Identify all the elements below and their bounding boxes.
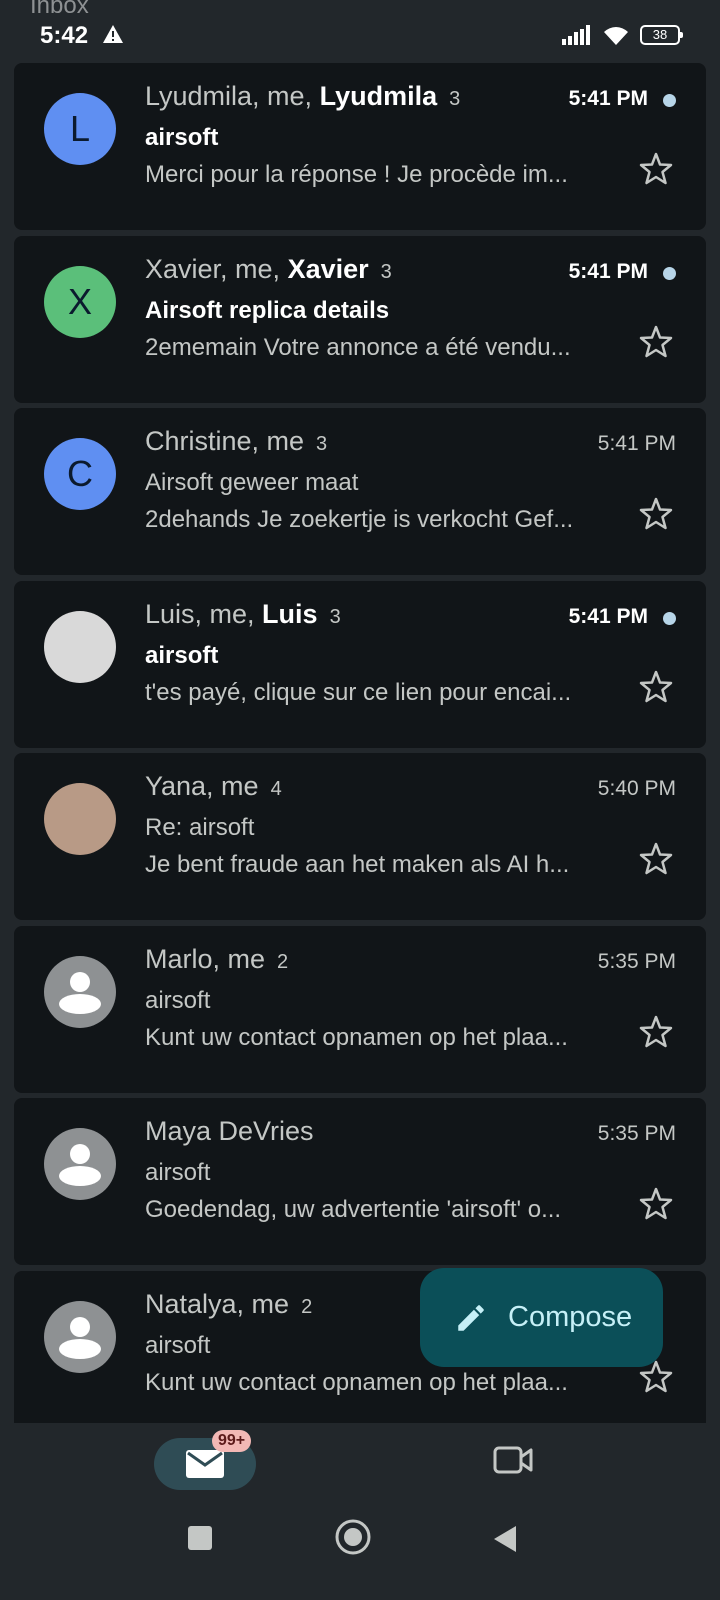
- compose-button[interactable]: Compose: [420, 1268, 663, 1367]
- subject: airsoft: [145, 1159, 211, 1186]
- subject: Airsoft geweer maat: [145, 469, 359, 496]
- sender: Marlo, me 2: [145, 944, 288, 975]
- sender-names: Luis, me,: [145, 598, 263, 629]
- warning-icon: [103, 25, 123, 43]
- avatar[interactable]: [44, 1128, 116, 1200]
- thread-count: 3: [316, 433, 328, 455]
- sender-latest: Lyudmila: [319, 81, 438, 111]
- sender-names: Natalya, me: [145, 1288, 290, 1319]
- video-camera-icon[interactable]: [493, 1444, 533, 1476]
- avatar[interactable]: [44, 955, 116, 1028]
- sender: Maya DeVries: [145, 1116, 326, 1147]
- subject: airsoft: [145, 641, 219, 669]
- email-row[interactable]: Marlo, me 2 5:35 PM airsoft Kunt uw contact …: [14, 925, 706, 1093]
- status-bar: Inbox 5:42 38: [0, 0, 720, 58]
- star-icon[interactable]: [638, 669, 674, 705]
- star-icon[interactable]: [638, 1014, 674, 1050]
- avatar[interactable]: [44, 783, 116, 855]
- sender: Natalya, me 2: [145, 1289, 312, 1320]
- sender-names: Yana, me: [145, 771, 259, 801]
- sender-names: Christine, me: [145, 426, 305, 456]
- snippet: Kunt uw contact opnamen op het plaa...: [145, 1023, 568, 1051]
- thread-count: 3: [380, 260, 392, 283]
- timestamp: 5:35 PM: [597, 1122, 676, 1145]
- star-icon[interactable]: [638, 1186, 674, 1222]
- snippet: 2dehands Je zoekertje is verkocht Gef...: [145, 506, 574, 533]
- subject: Re: airsoft: [145, 814, 255, 841]
- thread-count: 2: [301, 1295, 313, 1318]
- wifi-icon: [604, 27, 628, 45]
- email-row[interactable]: Yana, me 4 5:40 PM Re: airsoft Je bent fraud…: [14, 753, 706, 920]
- sender: Lyudmila, me, Lyudmila 3: [145, 81, 460, 112]
- unread-dot: [663, 94, 676, 107]
- pencil-icon: [458, 1304, 484, 1331]
- thread-count: 3: [449, 88, 461, 110]
- signal-icon: [562, 25, 590, 45]
- snippet: 2ememain Votre annonce a été vendu...: [145, 333, 571, 361]
- email-row[interactable]: L Lyudmila, me, Lyudmila 3 5:41 PM airsoft Me…: [14, 63, 706, 230]
- thread-count: 2: [277, 950, 289, 973]
- battery-icon: 38: [640, 25, 683, 45]
- star-icon[interactable]: [638, 841, 674, 877]
- unread-dot: [663, 266, 676, 280]
- bottom-navigation: 99+: [0, 1424, 720, 1600]
- home-icon[interactable]: [334, 1518, 372, 1556]
- email-row[interactable]: Luis, me, Luis 3 5:41 PM airsoft t'es payé, …: [14, 580, 706, 748]
- avatar[interactable]: X: [44, 265, 116, 338]
- avatar[interactable]: L: [44, 93, 116, 165]
- unread-dot: [663, 611, 676, 625]
- clock: 5:42: [40, 22, 89, 49]
- snippet: Goedendag, uw advertentie 'airsoft' o...: [145, 1196, 562, 1223]
- back-icon[interactable]: [490, 1524, 518, 1554]
- email-row[interactable]: Maya DeVries 5:35 PM airsoft Goedendag, uw …: [14, 1098, 706, 1265]
- email-row[interactable]: X Xavier, me, Xavier 3 5:41 PM Airsoft repli…: [14, 235, 706, 403]
- snippet: Kunt uw contact opnamen op het plaa...: [145, 1368, 568, 1396]
- inbox-title: Inbox: [30, 0, 89, 19]
- avatar[interactable]: C: [44, 438, 116, 510]
- sender-latest: Xavier: [287, 253, 369, 284]
- subject: airsoft: [145, 124, 219, 151]
- timestamp: 5:40 PM: [597, 777, 676, 800]
- email-list[interactable]: L Lyudmila, me, Lyudmila 3 5:41 PM airsoft Me…: [0, 58, 720, 1423]
- avatar[interactable]: [44, 1300, 116, 1373]
- timestamp: 5:41 PM: [568, 604, 648, 628]
- thread-count: 3: [329, 605, 341, 628]
- sender-names: Maya DeVries: [145, 1116, 314, 1146]
- sender: Christine, me 3: [145, 426, 327, 457]
- sender: Yana, me 4: [145, 771, 282, 802]
- star-icon[interactable]: [638, 151, 674, 187]
- recents-icon[interactable]: [186, 1524, 214, 1552]
- sender-latest: Luis: [262, 598, 318, 629]
- subject: airsoft: [145, 986, 211, 1014]
- sender-names: Xavier, me,: [145, 253, 288, 284]
- avatar[interactable]: [44, 610, 116, 683]
- snippet: t'es payé, clique sur ce lien pour encai…: [145, 678, 572, 706]
- mail-icon: [186, 1450, 224, 1478]
- system-navigation-bar: [0, 1502, 720, 1600]
- subject: Airsoft replica details: [145, 296, 390, 324]
- unread-badge: 99+: [212, 1430, 252, 1452]
- snippet: Je bent fraude aan het maken als AI h...: [145, 851, 570, 878]
- sender: Xavier, me, Xavier 3: [145, 254, 392, 285]
- snippet: Merci pour la réponse ! Je procède im...: [145, 161, 568, 188]
- sender-names: Lyudmila, me,: [145, 81, 320, 111]
- timestamp: 5:41 PM: [597, 432, 676, 455]
- timestamp: 5:35 PM: [597, 949, 676, 973]
- star-icon[interactable]: [638, 324, 674, 360]
- email-row[interactable]: C Christine, me 3 5:41 PM Airsoft geweer maa…: [14, 408, 706, 575]
- subject: airsoft: [145, 1331, 211, 1359]
- compose-label: Compose: [508, 1301, 633, 1333]
- sender-names: Marlo, me: [145, 943, 266, 974]
- thread-count: 4: [270, 778, 282, 800]
- timestamp: 5:41 PM: [568, 87, 648, 110]
- star-icon[interactable]: [638, 496, 674, 532]
- timestamp: 5:41 PM: [568, 259, 648, 283]
- sender: Luis, me, Luis 3: [145, 599, 341, 630]
